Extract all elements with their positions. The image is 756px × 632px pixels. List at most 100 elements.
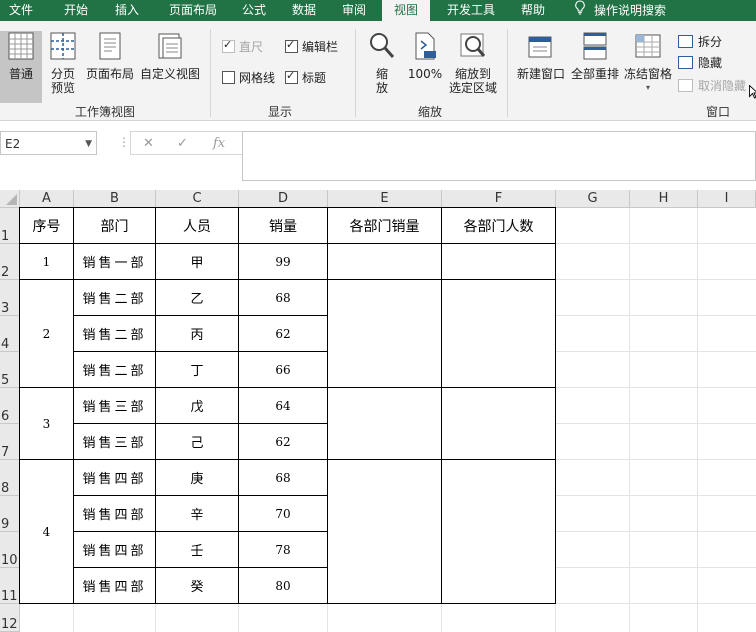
sales-cell[interactable]: 99 <box>238 243 328 280</box>
dept-cell[interactable]: 销售一部 <box>73 243 156 280</box>
tab-file[interactable]: 文件 <box>0 0 42 21</box>
seq-cell[interactable]: 4 <box>19 459 74 604</box>
sales-cell[interactable]: 64 <box>238 387 328 424</box>
column-header-g[interactable]: G <box>556 190 630 208</box>
chevron-down-icon[interactable]: ▼ <box>85 132 92 156</box>
dept-count-cell[interactable] <box>441 459 556 604</box>
dept-sales-cell[interactable] <box>327 243 442 280</box>
table-header-cell[interactable]: 部门 <box>73 207 156 244</box>
dept-sales-cell[interactable] <box>327 387 442 460</box>
column-header-e[interactable]: E <box>328 190 442 208</box>
row-header-5[interactable]: 5 <box>0 352 20 388</box>
sales-cell[interactable]: 70 <box>238 495 328 532</box>
page-break-preview-button[interactable]: 分页 预览 <box>45 31 81 95</box>
dept-cell[interactable]: 销售四部 <box>73 495 156 532</box>
dept-sales-cell[interactable] <box>327 279 442 388</box>
seq-cell[interactable]: 1 <box>19 243 74 280</box>
column-header-h[interactable]: H <box>630 190 698 208</box>
dept-cell[interactable]: 销售四部 <box>73 531 156 568</box>
person-cell[interactable]: 丁 <box>155 351 239 388</box>
tab-developer[interactable]: 开发工具 <box>440 0 502 21</box>
row-header-6[interactable]: 6 <box>0 388 20 424</box>
formula-bar-checkbox[interactable]: 编辑栏 <box>285 38 338 54</box>
normal-view-button[interactable]: 普通 <box>0 31 42 103</box>
column-header-f[interactable]: F <box>442 190 556 208</box>
person-cell[interactable]: 戊 <box>155 387 239 424</box>
sales-cell[interactable]: 62 <box>238 315 328 352</box>
tell-me-search[interactable]: 操作说明搜索 <box>574 0 666 21</box>
insert-function-icon[interactable]: fx <box>213 136 225 151</box>
table-header-cell[interactable]: 人员 <box>155 207 239 244</box>
ruler-checkbox[interactable]: 直尺 <box>222 38 263 54</box>
tab-home[interactable]: 开始 <box>53 0 99 21</box>
person-cell[interactable]: 庚 <box>155 459 239 496</box>
row-header-3[interactable]: 3 <box>0 280 20 316</box>
sales-cell[interactable]: 62 <box>238 423 328 460</box>
seq-cell[interactable]: 2 <box>19 279 74 388</box>
dept-sales-cell[interactable] <box>327 459 442 604</box>
tab-help[interactable]: 帮助 <box>512 0 554 21</box>
dept-cell[interactable]: 销售四部 <box>73 567 156 604</box>
person-cell[interactable]: 辛 <box>155 495 239 532</box>
dept-cell[interactable]: 销售二部 <box>73 315 156 352</box>
sales-cell[interactable]: 66 <box>238 351 328 388</box>
person-cell[interactable]: 乙 <box>155 279 239 316</box>
name-box[interactable]: E2 ▼ <box>0 131 97 155</box>
headings-checkbox[interactable]: 标题 <box>285 69 326 85</box>
table-header-cell[interactable]: 各部门人数 <box>441 207 556 244</box>
select-all-button[interactable] <box>0 190 20 208</box>
seq-cell[interactable]: 3 <box>19 387 74 460</box>
sales-cell[interactable]: 80 <box>238 567 328 604</box>
table-header-cell[interactable]: 序号 <box>19 207 74 244</box>
row-header-7[interactable]: 7 <box>0 424 20 460</box>
dept-cell[interactable]: 销售二部 <box>73 279 156 316</box>
row-header-1[interactable]: 1 <box>0 208 20 244</box>
column-header-b[interactable]: B <box>74 190 156 208</box>
dept-count-cell[interactable] <box>441 279 556 388</box>
enter-icon[interactable]: ✓ <box>177 136 188 151</box>
table-header-cell[interactable]: 各部门销量 <box>327 207 442 244</box>
person-cell[interactable]: 己 <box>155 423 239 460</box>
tab-page-layout[interactable]: 页面布局 <box>158 0 228 21</box>
cancel-icon[interactable]: ✕ <box>143 136 154 151</box>
dept-count-cell[interactable] <box>441 387 556 460</box>
row-header-2[interactable]: 2 <box>0 244 20 280</box>
tab-data[interactable]: 数据 <box>284 0 324 21</box>
dept-cell[interactable]: 销售四部 <box>73 459 156 496</box>
person-cell[interactable]: 癸 <box>155 567 239 604</box>
person-cell[interactable]: 壬 <box>155 531 239 568</box>
gridlines-checkbox[interactable]: 网格线 <box>222 71 275 85</box>
dept-cell[interactable]: 销售二部 <box>73 351 156 388</box>
custom-views-button[interactable]: 自定义视图 <box>138 31 202 81</box>
tab-view[interactable]: 视图 <box>382 0 430 21</box>
page-layout-button[interactable]: 页面布局 <box>84 31 136 81</box>
unhide-button[interactable]: 取消隐藏 <box>678 79 746 93</box>
person-cell[interactable]: 甲 <box>155 243 239 280</box>
worksheet-grid[interactable]: A B C D E F G H I 1 2 3 4 5 6 7 8 9 10 11 12 序号 部门 人员 销量 各部门销量 各部门… <box>0 190 756 632</box>
dept-count-cell[interactable] <box>441 243 556 280</box>
column-header-d[interactable]: D <box>239 190 328 208</box>
row-header-8[interactable]: 8 <box>0 460 20 496</box>
sales-cell[interactable]: 68 <box>238 459 328 496</box>
row-header-9[interactable]: 9 <box>0 496 20 532</box>
hide-button[interactable]: 隐藏 <box>678 56 722 70</box>
tab-review[interactable]: 审阅 <box>334 0 374 21</box>
column-header-a[interactable]: A <box>20 190 74 208</box>
freeze-panes-button[interactable]: 冻结窗格 ▾ <box>622 31 674 95</box>
row-header-11[interactable]: 11 <box>0 568 20 604</box>
row-header-12[interactable]: 12 <box>0 604 20 632</box>
zoom-button[interactable]: 缩 放 <box>364 31 400 95</box>
dept-cell[interactable]: 销售三部 <box>73 387 156 424</box>
new-window-button[interactable]: 新建窗口 <box>514 31 568 81</box>
sales-cell[interactable]: 68 <box>238 279 328 316</box>
row-header-4[interactable]: 4 <box>0 316 20 352</box>
column-header-c[interactable]: C <box>156 190 239 208</box>
column-header-i[interactable]: I <box>698 190 756 208</box>
more-icon[interactable]: ⋮ <box>118 135 130 149</box>
dept-cell[interactable]: 销售三部 <box>73 423 156 460</box>
table-header-cell[interactable]: 销量 <box>238 207 328 244</box>
zoom-100-button[interactable]: 100% <box>407 31 443 81</box>
tab-insert[interactable]: 插入 <box>104 0 150 21</box>
person-cell[interactable]: 丙 <box>155 315 239 352</box>
tab-formulas[interactable]: 公式 <box>234 0 274 21</box>
